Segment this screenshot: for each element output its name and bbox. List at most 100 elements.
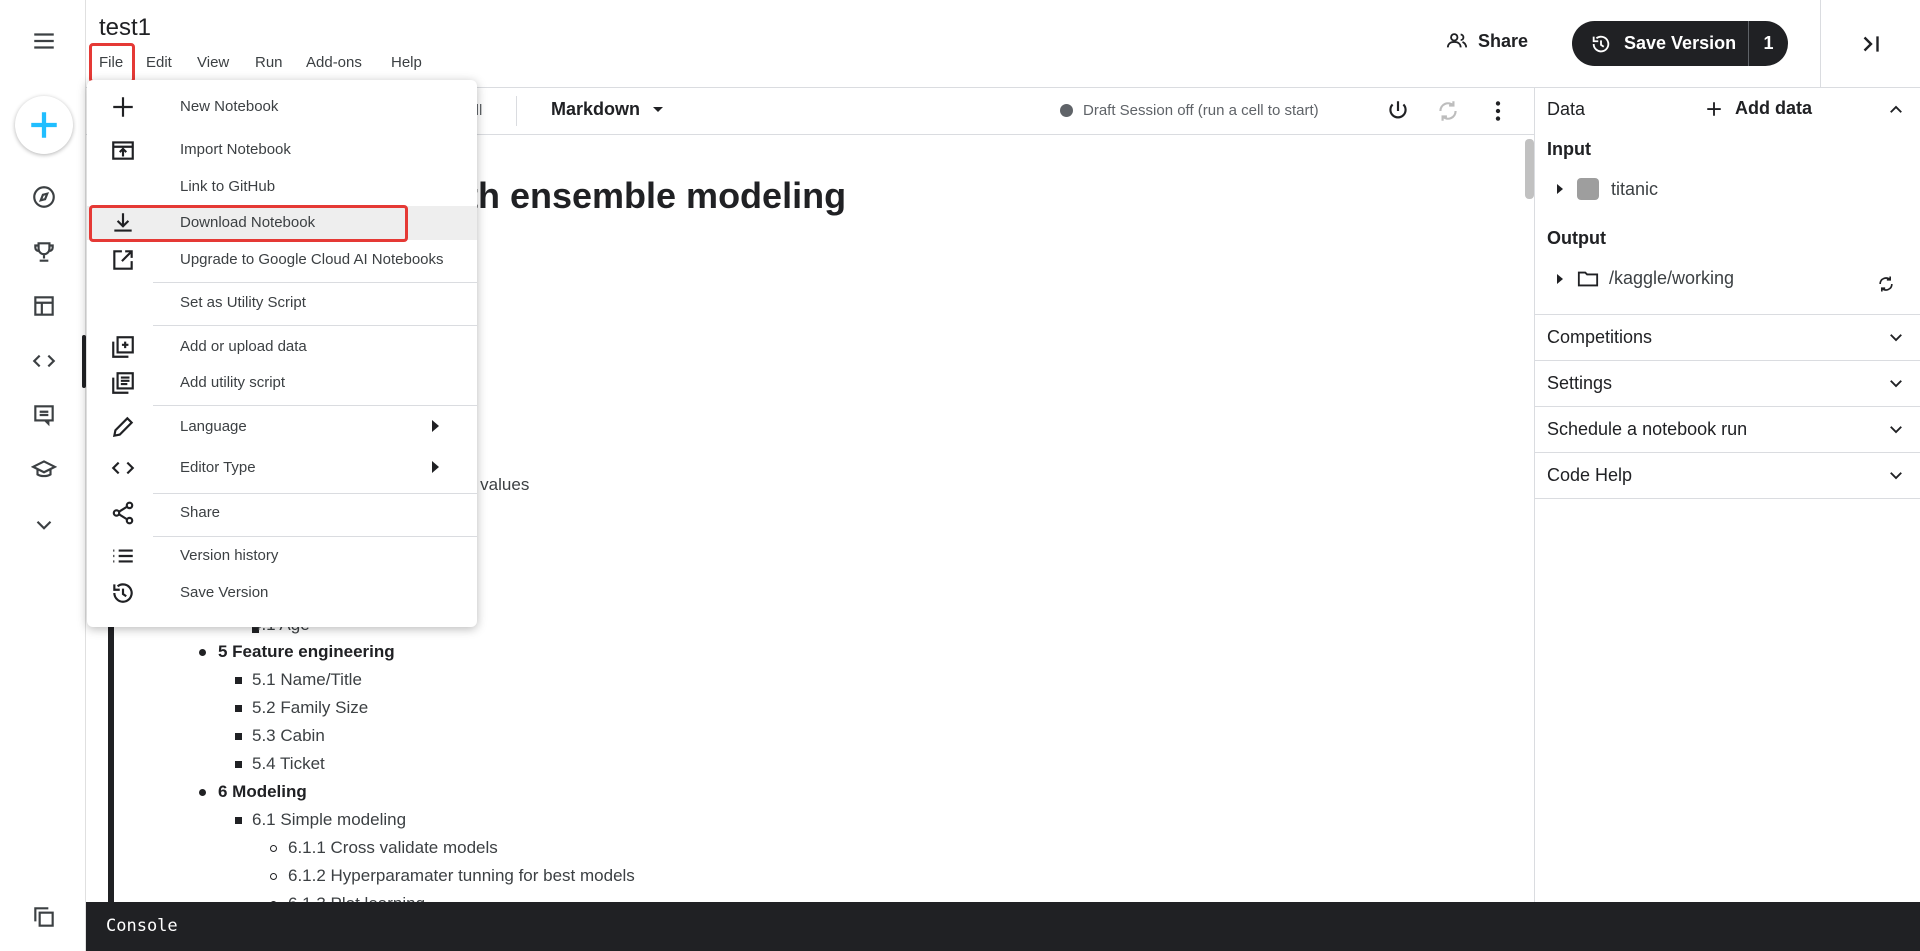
table-icon[interactable] xyxy=(27,289,61,323)
menu-divider xyxy=(153,536,477,537)
notebook-heading: th ensemble modeling xyxy=(466,175,847,216)
menu-item-label: Editor Type xyxy=(180,459,256,476)
right-side-panel: Data Add data Input titanic Output /kagg… xyxy=(1534,88,1920,902)
panel-divider xyxy=(1535,498,1920,499)
toc-bullet xyxy=(199,789,206,796)
menu-item-editor-type[interactable]: Editor Type xyxy=(87,451,477,485)
session-status-dot xyxy=(1060,104,1073,117)
section-label: Code Help xyxy=(1547,465,1633,485)
section-label: Settings xyxy=(1547,373,1613,393)
collapse-panel-button[interactable] xyxy=(1820,0,1920,88)
toc-bullet xyxy=(199,649,206,656)
add-data-label: Add data xyxy=(1735,98,1813,118)
menu-item-label: Language xyxy=(180,418,247,435)
input-heading: Input xyxy=(1547,139,1591,159)
menu-item-label: Save Version xyxy=(180,584,269,601)
save-version-label: Save Version xyxy=(1624,33,1737,53)
add-data-button[interactable]: Add data xyxy=(1705,98,1812,119)
menu-item-label: Set as Utility Script xyxy=(180,294,306,311)
input-dataset-item[interactable]: titanic xyxy=(1555,178,1658,200)
settings-section[interactable]: Settings xyxy=(1535,361,1920,406)
toc-bullet xyxy=(270,845,277,852)
content-scrollbar[interactable] xyxy=(1525,139,1534,199)
toc-item: 6.1.2 Hyperparamater tunning for best mo… xyxy=(288,866,635,885)
chevron-down-icon xyxy=(1890,426,1902,434)
toc-bullet xyxy=(235,761,242,768)
history-icon xyxy=(109,579,137,607)
menu-item-import-notebook[interactable]: Import Notebook xyxy=(87,133,477,167)
import-icon xyxy=(109,136,137,164)
power-icon[interactable] xyxy=(1383,96,1413,126)
toc-item: 5 Feature engineering xyxy=(218,642,395,661)
menu-edit[interactable]: Edit xyxy=(146,54,172,71)
folder-icon xyxy=(1577,271,1599,286)
toc-item: 6.1.1 Cross validate models xyxy=(288,838,498,857)
menu-item-link-github[interactable]: Link to GitHub xyxy=(87,170,477,204)
pencil-icon xyxy=(109,413,137,441)
code-icon[interactable] xyxy=(27,344,61,378)
restart-icon[interactable] xyxy=(1433,96,1463,126)
toc-item: 5.3 Cabin xyxy=(252,726,325,745)
save-version-button[interactable]: Save Version 1 xyxy=(1572,21,1788,66)
version-count-badge: 1 xyxy=(1748,21,1788,66)
comments-icon[interactable] xyxy=(27,398,61,432)
menu-item-add-utility-script[interactable]: Add utility script xyxy=(87,366,477,400)
expand-caret-icon xyxy=(1557,273,1563,284)
dataset-name: titanic xyxy=(1611,178,1659,199)
chevron-up-icon[interactable] xyxy=(1887,101,1905,119)
menu-item-new-notebook[interactable]: New Notebook xyxy=(87,90,477,124)
menu-divider xyxy=(153,493,477,494)
more-options-icon[interactable] xyxy=(1483,96,1513,126)
menu-item-label: Add or upload data xyxy=(180,338,307,355)
menu-divider xyxy=(153,282,477,283)
data-panel-title: Data xyxy=(1547,99,1586,119)
menu-item-add-data[interactable]: Add or upload data xyxy=(87,330,477,364)
menu-item-language[interactable]: Language xyxy=(87,410,477,444)
external-link-icon xyxy=(109,246,137,274)
output-path: /kaggle/working xyxy=(1609,268,1735,288)
chevron-down-icon xyxy=(1890,334,1902,342)
menu-divider xyxy=(153,405,477,406)
toc-item: 5.4 Ticket xyxy=(252,754,325,773)
notebook-title[interactable]: test1 xyxy=(99,14,151,42)
schedule-section[interactable]: Schedule a notebook run xyxy=(1535,407,1920,452)
output-folder-item[interactable]: /kaggle/working xyxy=(1555,268,1734,289)
menu-item-label: Import Notebook xyxy=(180,141,291,158)
toc-bullet xyxy=(270,873,277,880)
chevron-down-icon[interactable] xyxy=(27,508,61,542)
menu-item-version-history[interactable]: Version history xyxy=(87,539,477,573)
share-button[interactable]: Share xyxy=(1446,30,1528,52)
competitions-section[interactable]: Competitions xyxy=(1535,315,1920,360)
plus-icon xyxy=(31,112,57,138)
console-label: Console xyxy=(106,916,178,936)
toc-bullet xyxy=(235,705,242,712)
list-icon xyxy=(109,542,137,570)
file-menu-dropdown: New Notebook Import Notebook Link to Git… xyxy=(87,80,477,627)
menu-view[interactable]: View xyxy=(197,54,229,71)
collapse-right-icon xyxy=(1863,36,1879,52)
console-bar[interactable]: Console xyxy=(86,902,1920,951)
menu-add-ons[interactable]: Add-ons xyxy=(306,54,362,71)
create-button[interactable] xyxy=(15,96,73,154)
people-icon xyxy=(1446,33,1468,48)
menu-item-label: Version history xyxy=(180,547,279,564)
expand-caret-icon xyxy=(1557,184,1563,194)
cell-type-dropdown[interactable]: Markdown xyxy=(551,99,664,120)
menu-item-share[interactable]: Share xyxy=(87,496,477,530)
section-label: Schedule a notebook run xyxy=(1547,419,1748,439)
menu-divider xyxy=(153,325,477,326)
menu-help[interactable]: Help xyxy=(391,54,422,71)
menu-item-upgrade-cloud[interactable]: Upgrade to Google Cloud AI Notebooks xyxy=(87,243,477,277)
code-icon xyxy=(109,454,137,482)
compass-icon[interactable] xyxy=(27,180,61,214)
menu-item-utility-script[interactable]: Set as Utility Script xyxy=(87,286,477,320)
trophy-icon[interactable] xyxy=(27,235,61,269)
hamburger-menu-icon[interactable] xyxy=(27,24,61,58)
graduation-cap-icon[interactable] xyxy=(27,452,61,486)
menu-run[interactable]: Run xyxy=(255,54,283,71)
refresh-icon[interactable] xyxy=(1876,274,1896,294)
copy-icon[interactable] xyxy=(27,900,61,934)
menu-item-save-version[interactable]: Save Version xyxy=(87,576,477,610)
notebook-header: test1 File Edit View Run Add-ons Help Sh… xyxy=(86,0,1920,88)
code-help-section[interactable]: Code Help xyxy=(1535,453,1920,498)
